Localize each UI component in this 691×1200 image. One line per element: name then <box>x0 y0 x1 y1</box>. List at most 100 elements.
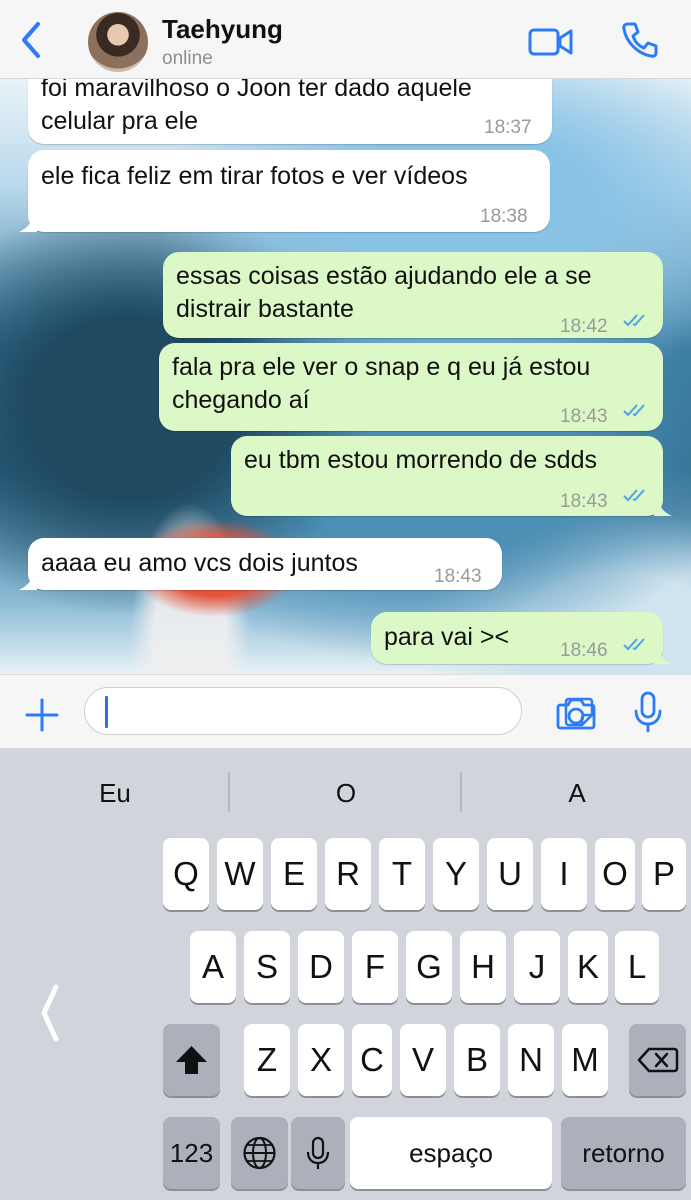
key-label: W <box>224 855 256 892</box>
key-x[interactable]: X <box>298 1024 344 1096</box>
contact-status: online <box>162 48 213 69</box>
microphone-icon <box>634 691 662 733</box>
key-label: U <box>498 855 522 892</box>
message-bubble-incoming[interactable]: foi maravilhoso o Joon ter dado aquele c… <box>28 78 552 144</box>
key-t[interactable]: T <box>379 838 425 910</box>
key-j[interactable]: J <box>514 931 560 1003</box>
key-d[interactable]: D <box>298 931 344 1003</box>
key-o[interactable]: O <box>595 838 635 910</box>
key-label: Q <box>173 855 199 892</box>
key-s[interactable]: S <box>244 931 290 1003</box>
message-text: distrair bastante <box>176 295 354 323</box>
message-text: eu tbm estou morrendo de sdds <box>244 446 597 474</box>
video-call-icon <box>528 28 573 56</box>
dictation-key[interactable] <box>291 1117 345 1189</box>
text-caret <box>105 696 108 728</box>
key-label: F <box>364 948 386 985</box>
suggestion-3[interactable]: A <box>462 770 691 816</box>
key-k[interactable]: K <box>568 931 608 1003</box>
back-button[interactable] <box>14 20 50 60</box>
voice-call-button[interactable] <box>620 20 660 60</box>
key-label: T <box>391 855 413 892</box>
message-bubble-outgoing[interactable]: para vai >< 18:46 <box>371 612 672 664</box>
message-bubble-outgoing[interactable]: eu tbm estou morrendo de sdds 18:43 <box>231 436 672 516</box>
key-label: N <box>519 1041 543 1078</box>
key-v[interactable]: V <box>400 1024 446 1096</box>
key-label: L <box>627 948 647 985</box>
key-label: H <box>471 948 495 985</box>
voice-message-button[interactable] <box>632 691 664 733</box>
message-text: fala pra ele ver o snap e q eu já estou <box>172 353 591 381</box>
key-i[interactable]: I <box>541 838 587 910</box>
camera-icon <box>556 698 596 730</box>
dictation-mic-icon <box>306 1136 330 1169</box>
key-m[interactable]: M <box>562 1024 608 1096</box>
bubble-tail <box>19 574 37 590</box>
shift-icon <box>176 1046 207 1074</box>
key-g[interactable]: G <box>406 931 452 1003</box>
key-q[interactable]: Q <box>163 838 209 910</box>
message-text: chegando aí <box>172 386 310 414</box>
key-h[interactable]: H <box>460 931 506 1003</box>
message-text: aaaa eu amo vcs dois juntos <box>41 549 358 577</box>
message-time: 18:43 <box>560 406 608 427</box>
numbers-key[interactable]: 123 <box>163 1117 220 1189</box>
key-label: G <box>416 948 442 985</box>
globe-key[interactable] <box>231 1117 288 1189</box>
key-label: P <box>652 855 675 892</box>
message-text: foi maravilhoso o Joon ter dado aquele <box>41 78 472 102</box>
video-call-button[interactable] <box>528 24 574 60</box>
message-text: ele fica feliz em tirar fotos e ver víde… <box>41 162 468 190</box>
key-p[interactable]: P <box>642 838 686 910</box>
key-label: S <box>255 948 278 985</box>
chevron-left-icon[interactable] <box>38 983 62 1043</box>
message-input[interactable] <box>84 687 594 735</box>
key-u[interactable]: U <box>487 838 533 910</box>
message-time: 18:38 <box>480 206 528 227</box>
return-key[interactable]: retorno <box>561 1117 686 1189</box>
key-b[interactable]: B <box>454 1024 500 1096</box>
key-l[interactable]: L <box>615 931 659 1003</box>
key-label: I <box>559 855 569 892</box>
message-text: para vai >< <box>384 623 510 651</box>
key-e[interactable]: E <box>271 838 317 910</box>
suggestion-divider <box>228 772 230 812</box>
chat-area[interactable]: foi maravilhoso o Joon ter dado aquele c… <box>0 78 691 674</box>
chat-header: Taehyung online <box>0 0 691 79</box>
message-bubble-incoming[interactable]: ele fica feliz em tirar fotos e ver víde… <box>19 150 550 232</box>
message-bubble-outgoing[interactable]: fala pra ele ver o snap e q eu já estou … <box>159 343 663 431</box>
message-input-bar <box>0 674 691 749</box>
key-label: K <box>576 948 599 985</box>
key-z[interactable]: Z <box>244 1024 290 1096</box>
message-time: 18:42 <box>560 316 608 337</box>
key-label: A <box>201 948 224 985</box>
message-bubble-outgoing[interactable]: essas coisas estão ajudando ele a se dis… <box>163 252 663 338</box>
key-f[interactable]: F <box>352 931 398 1003</box>
key-label: O <box>602 855 628 892</box>
read-receipt-icon <box>623 314 645 327</box>
message-time: 18:37 <box>484 117 532 138</box>
contact-name[interactable]: Taehyung <box>162 14 283 45</box>
plus-icon <box>25 698 59 732</box>
backspace-key[interactable] <box>629 1024 686 1096</box>
suggestion-1[interactable]: Eu <box>0 770 230 816</box>
camera-button[interactable] <box>556 695 596 731</box>
backspace-icon <box>637 1047 679 1073</box>
key-a[interactable]: A <box>190 931 236 1003</box>
key-w[interactable]: W <box>217 838 263 910</box>
shift-key[interactable] <box>163 1024 220 1096</box>
space-key[interactable]: espaço <box>350 1117 552 1189</box>
keyboard: Eu O A Q W E R T Y U I O P A S D F G H J… <box>0 748 691 1200</box>
message-time: 18:46 <box>560 640 608 661</box>
suggestion-2[interactable]: O <box>231 770 461 816</box>
key-r[interactable]: R <box>325 838 371 910</box>
message-bubble-incoming[interactable]: aaaa eu amo vcs dois juntos 18:43 <box>19 538 502 590</box>
key-label: X <box>309 1041 332 1078</box>
key-n[interactable]: N <box>508 1024 554 1096</box>
avatar[interactable] <box>88 12 148 72</box>
key-y[interactable]: Y <box>433 838 479 910</box>
key-c[interactable]: C <box>352 1024 392 1096</box>
attach-button[interactable] <box>24 697 60 733</box>
key-label: D <box>309 948 333 985</box>
key-label: B <box>465 1041 488 1078</box>
